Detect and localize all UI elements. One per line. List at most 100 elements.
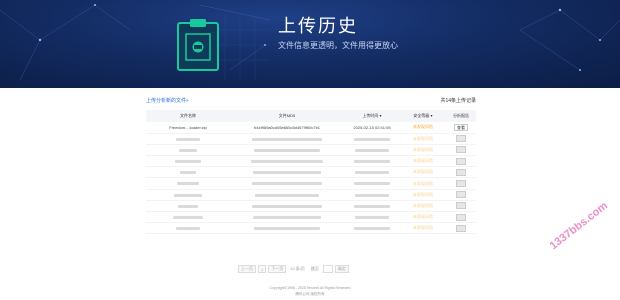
- table-row: 未发现风险 ·: [146, 155, 476, 168]
- view-report-button[interactable]: ·: [456, 191, 466, 199]
- prev-page-button[interactable]: 上一页: [238, 265, 256, 273]
- redacted-text: [354, 227, 390, 231]
- upload-time: [344, 144, 400, 157]
- redacted-text: [180, 171, 196, 175]
- goto-page-input[interactable]: [322, 265, 333, 273]
- view-report-button[interactable]: ·: [456, 168, 466, 176]
- file-md5: [230, 200, 344, 213]
- redacted-text: [176, 227, 200, 231]
- upload-time: [344, 177, 400, 190]
- upload-time: [344, 211, 400, 224]
- file-md5: [230, 222, 344, 235]
- security-level: 未发现风险: [400, 211, 446, 224]
- table-row: 未发现风险 ·: [146, 166, 476, 179]
- table-row: 未发现风险 ·: [146, 189, 476, 201]
- upload-time: [344, 189, 400, 201]
- report-cell: ·: [446, 222, 476, 235]
- file-md5: [230, 133, 344, 145]
- view-report-button[interactable]: 查看: [454, 123, 468, 131]
- redacted-text: [354, 160, 390, 164]
- security-level: 未发现风险: [400, 155, 446, 168]
- history-panel: 上传分析新的文件» 共14条上传记录 文件名称 文件MD5 上传时间 ▾ 安全等…: [146, 90, 476, 235]
- redacted-text: [254, 148, 320, 152]
- column-header-time[interactable]: 上传时间 ▾: [344, 110, 400, 122]
- view-report-button[interactable]: ·: [456, 213, 466, 221]
- file-md5: [230, 177, 344, 190]
- file-name: [146, 177, 230, 190]
- file-name: [146, 144, 230, 157]
- report-cell: ·: [446, 133, 476, 145]
- redacted-text: [355, 216, 389, 220]
- view-report-button[interactable]: ·: [456, 135, 466, 143]
- file-md5: b44f989a0cd05e665c5d4679f60c7b1: [230, 122, 344, 134]
- upload-time: [344, 222, 400, 235]
- file-name: Freedom....loader.zip: [146, 122, 230, 134]
- file-name: [146, 222, 230, 235]
- security-level: 未发现风险: [400, 166, 446, 179]
- file-md5: [230, 166, 344, 179]
- table-header-row: 文件名称 文件MD5 上传时间 ▾ 安全等级 ▾ 分析报告: [146, 110, 476, 122]
- upload-time: [344, 155, 400, 168]
- redacted-text: [176, 137, 200, 141]
- report-cell: 查看: [446, 122, 476, 134]
- footer-copyright: Copyright©1998 - 2025 Tencent All Rights…: [269, 286, 351, 290]
- redacted-text: [254, 227, 320, 231]
- table-row: 未发现风险 ·: [146, 177, 476, 190]
- redacted-text: [251, 160, 323, 164]
- table-row: Freedom....loader.zip b44f989a0cd05e665c…: [146, 122, 476, 134]
- security-level: 未发现风险: [400, 122, 446, 134]
- sort-icon[interactable]: ▾: [431, 113, 433, 118]
- report-cell: ·: [446, 200, 476, 213]
- file-name: [146, 133, 230, 145]
- redacted-text: [355, 171, 389, 175]
- redacted-text: [252, 182, 322, 186]
- report-cell: ·: [446, 189, 476, 201]
- redacted-text: [173, 216, 203, 220]
- redacted-text: [255, 193, 319, 197]
- file-name: [146, 200, 230, 213]
- page-number-1[interactable]: 1: [258, 265, 267, 273]
- redacted-text: [174, 193, 202, 197]
- clipboard-scan-icon: [177, 19, 219, 71]
- view-report-button[interactable]: ·: [456, 157, 466, 165]
- table-row: 未发现风险 ·: [146, 133, 476, 145]
- goto-label: 跳至: [310, 266, 319, 271]
- security-level: 未发现风险: [400, 189, 446, 201]
- table-row: 未发现风险 ·: [146, 144, 476, 157]
- view-report-button[interactable]: ·: [456, 180, 466, 188]
- report-cell: ·: [446, 166, 476, 179]
- next-page-button[interactable]: 下一页: [268, 265, 287, 273]
- view-report-button[interactable]: ·: [456, 224, 466, 232]
- redacted-text: [355, 193, 389, 197]
- report-cell: ·: [446, 144, 476, 157]
- table-row: 未发现风险 ·: [146, 211, 476, 224]
- record-count: 共14条上传记录: [440, 97, 476, 104]
- security-level: 未发现风险: [400, 177, 446, 190]
- file-md5: [230, 189, 344, 201]
- redacted-text: [253, 171, 321, 175]
- redacted-text: [252, 204, 322, 208]
- redacted-text: [179, 148, 197, 152]
- view-report-button[interactable]: ·: [456, 146, 466, 154]
- security-level: 未发现风险: [400, 133, 446, 145]
- column-header-level[interactable]: 安全等级 ▾: [400, 110, 446, 122]
- security-level: 未发现风险: [400, 200, 446, 213]
- security-level: 未发现风险: [400, 222, 446, 235]
- page-size-select[interactable]: 10 条/页: [288, 265, 307, 273]
- page-subtitle: 文件信息更透明，文件用得更放心: [278, 41, 398, 50]
- file-name: [146, 155, 230, 168]
- view-report-button[interactable]: ·: [456, 202, 466, 210]
- pagination: 上一页 1 下一页 10 条/页 跳至 确定: [238, 265, 349, 273]
- upload-time: [344, 133, 400, 145]
- goto-confirm-button[interactable]: 确定: [334, 265, 349, 273]
- redacted-text: [354, 137, 390, 141]
- file-name: [146, 166, 230, 179]
- sort-icon[interactable]: ▾: [380, 113, 382, 118]
- upload-history-table: 文件名称 文件MD5 上传时间 ▾ 安全等级 ▾ 分析报告 Freedom...…: [146, 110, 476, 235]
- report-cell: ·: [446, 211, 476, 224]
- redacted-text: [354, 204, 390, 208]
- upload-new-file-link[interactable]: 上传分析新的文件»: [146, 97, 189, 104]
- upload-time: [344, 166, 400, 179]
- redacted-text: [354, 182, 390, 186]
- file-md5: [230, 211, 344, 224]
